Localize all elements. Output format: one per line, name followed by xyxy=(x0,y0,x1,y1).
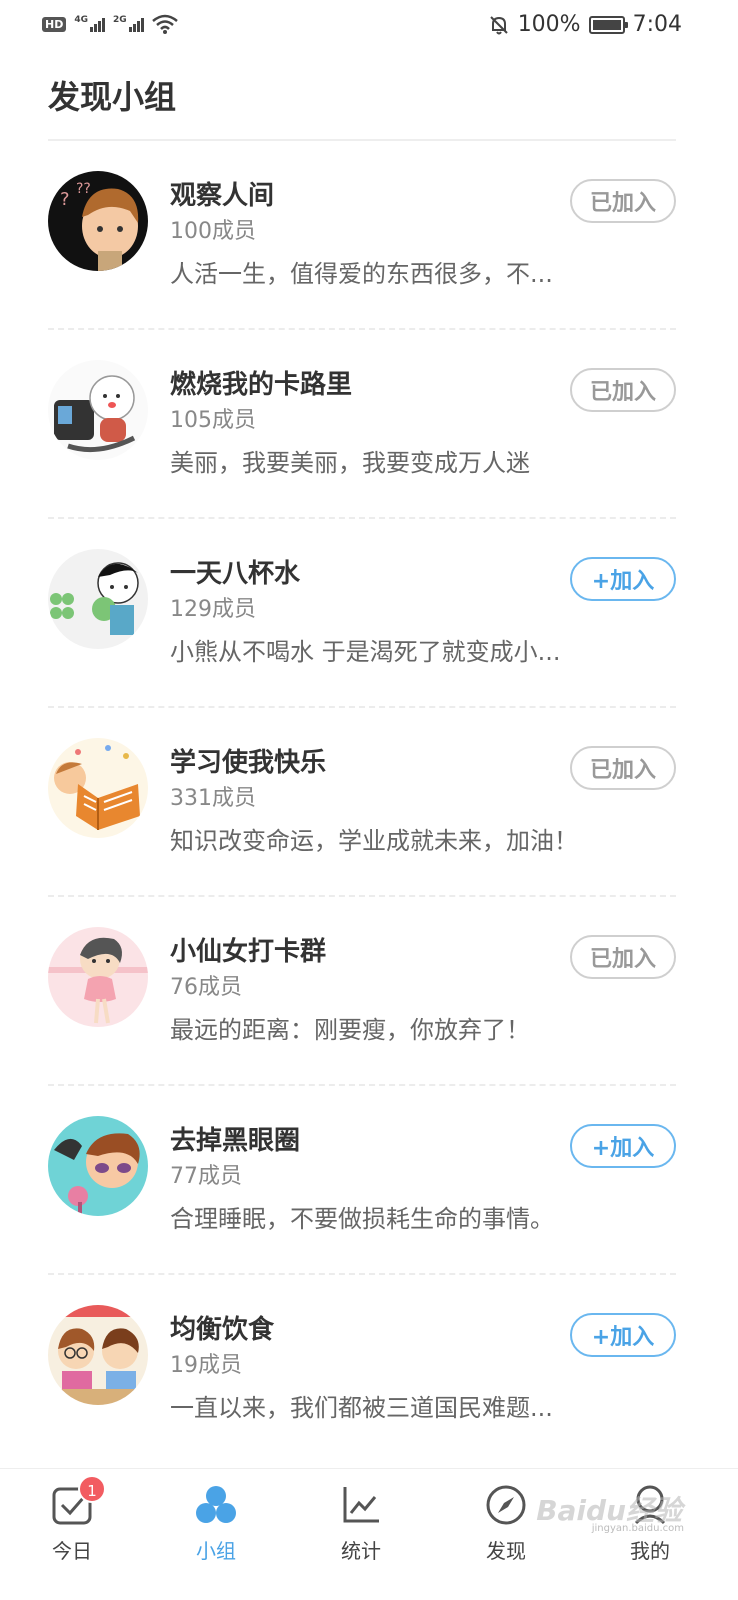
network-4g-label: 4G xyxy=(74,15,88,25)
group-member-count: 331成员 xyxy=(170,786,256,811)
group-item[interactable]: 均衡饮食 19成员 一直以来，我们都被三道国民难题... +加入 xyxy=(48,1275,676,1464)
group-description: 美丽，我要美丽，我要变成万人迷 xyxy=(170,449,530,477)
group-avatar[interactable] xyxy=(48,549,148,649)
clock: 7:04 xyxy=(632,12,682,37)
group-description: 一直以来，我们都被三道国民难题... xyxy=(170,1394,553,1422)
compass-icon xyxy=(484,1483,528,1527)
group-name: 均衡饮食 xyxy=(170,1315,275,1345)
group-item[interactable]: 小仙女打卡群 76成员 最远的距离：刚要瘦，你放弃了！ 已加入 xyxy=(48,897,676,1086)
bell-off-icon xyxy=(489,15,508,34)
group-name: 小仙女打卡群 xyxy=(170,937,327,967)
group-avatar[interactable] xyxy=(48,1116,148,1216)
bottom-tab-bar: 1 今日 小组 统计 发现 我的 Baidu经验 jingyan.baidu.c… xyxy=(0,1468,738,1600)
group-member-count: 19成员 xyxy=(170,1353,242,1378)
tab-label: 今日 xyxy=(52,1539,92,1563)
page-title: 发现小组 xyxy=(48,78,177,116)
group-item[interactable]: 一天八杯水 129成员 小熊从不喝水 于是渴死了就变成小... +加入 xyxy=(48,519,676,708)
group-item[interactable]: 燃烧我的卡路里 105成员 美丽，我要美丽，我要变成万人迷 已加入 xyxy=(48,330,676,519)
group-icon xyxy=(194,1483,238,1527)
group-name: 观察人间 xyxy=(170,181,275,211)
group-member-count: 105成员 xyxy=(170,408,256,433)
group-member-count: 129成员 xyxy=(170,597,256,622)
group-item[interactable]: 学习使我快乐 331成员 知识改变命运，学业成就未来，加油！ 已加入 xyxy=(48,708,676,897)
join-button[interactable]: +加入 xyxy=(570,1313,676,1357)
notification-badge: 1 xyxy=(78,1475,106,1503)
group-member-count: 76成员 xyxy=(170,975,242,1000)
group-description: 人活一生，值得爱的东西很多，不... xyxy=(170,260,553,288)
joined-button[interactable]: 已加入 xyxy=(570,746,676,790)
group-avatar[interactable]: ? ?? xyxy=(48,171,148,271)
chart-icon xyxy=(339,1483,383,1527)
status-bar: HD 4G 2G 100% 7:04 xyxy=(0,0,738,50)
joined-button[interactable]: 已加入 xyxy=(570,935,676,979)
tab-label: 发现 xyxy=(486,1539,526,1563)
signal-4g-icon: 4G xyxy=(74,16,105,32)
group-member-count: 77成员 xyxy=(170,1164,242,1189)
network-2g-label: 2G xyxy=(113,15,127,25)
group-description: 小熊从不喝水 于是渴死了就变成小... xyxy=(170,638,561,666)
hd-badge: HD xyxy=(42,16,67,32)
group-list: ? ?? 观察人间 100成员 人活一生，值得爱的东西很多，不... 已加入 燃… xyxy=(48,141,676,1464)
group-description: 知识改变命运，学业成就未来，加油！ xyxy=(170,827,578,855)
checkbox-icon: 1 xyxy=(50,1475,106,1527)
join-button[interactable]: +加入 xyxy=(570,1124,676,1168)
group-name: 学习使我快乐 xyxy=(170,748,327,778)
group-item[interactable]: ? ?? 观察人间 100成员 人活一生，值得爱的东西很多，不... 已加入 xyxy=(48,141,676,330)
joined-button[interactable]: 已加入 xyxy=(570,179,676,223)
group-avatar[interactable] xyxy=(48,360,148,460)
group-avatar[interactable] xyxy=(48,738,148,838)
battery-icon xyxy=(588,15,628,34)
group-avatar[interactable] xyxy=(48,1305,148,1405)
group-name: 燃烧我的卡路里 xyxy=(170,370,353,400)
tab-group[interactable]: 小组 xyxy=(166,1483,266,1583)
tab-label: 统计 xyxy=(341,1539,381,1563)
svg-text:??: ?? xyxy=(76,181,91,197)
tab-statistics[interactable]: 统计 xyxy=(311,1483,411,1583)
group-name: 一天八杯水 xyxy=(170,559,301,589)
group-avatar[interactable] xyxy=(48,927,148,1027)
wifi-icon xyxy=(151,14,178,34)
status-left: HD 4G 2G xyxy=(42,14,178,34)
signal-2g-icon: 2G xyxy=(113,16,144,32)
group-description: 最远的距离：刚要瘦，你放弃了！ xyxy=(170,1016,530,1044)
tab-label: 小组 xyxy=(196,1539,236,1563)
joined-button[interactable]: 已加入 xyxy=(570,368,676,412)
status-right: 100% 7:04 xyxy=(488,12,682,37)
group-description: 合理睡眠，不要做损耗生命的事情。 xyxy=(170,1205,554,1233)
group-item[interactable]: 去掉黑眼圈 77成员 合理睡眠，不要做损耗生命的事情。 +加入 xyxy=(48,1086,676,1275)
group-name: 去掉黑眼圈 xyxy=(170,1126,301,1156)
tab-label: 我的 xyxy=(630,1539,670,1563)
group-member-count: 100成员 xyxy=(170,219,256,244)
battery-percent: 100% xyxy=(517,12,581,37)
watermark-url: jingyan.baidu.com xyxy=(591,1523,684,1534)
svg-text:?: ? xyxy=(60,189,70,210)
join-button[interactable]: +加入 xyxy=(570,557,676,601)
tab-today[interactable]: 1 今日 xyxy=(22,1475,122,1583)
